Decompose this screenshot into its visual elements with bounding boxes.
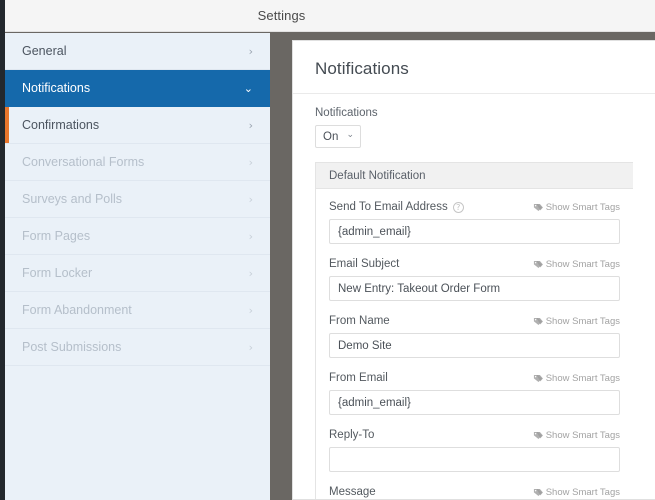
field-label: Email Subject <box>329 258 400 270</box>
window-title-bar: Settings <box>0 0 655 32</box>
sidebar-item-accent-bar <box>5 329 9 365</box>
sidebar-item-accent-bar <box>5 144 9 180</box>
show-smart-tags-label: Show Smart Tags <box>545 372 620 384</box>
field-label-row: Reply-To Show Smart Tags <box>329 428 620 442</box>
tag-icon <box>533 374 543 383</box>
field-label-row: From Email Show Smart Tags <box>329 371 620 385</box>
field-label: From Email <box>329 372 388 384</box>
panel-header: Notifications <box>293 41 655 79</box>
field-label-group: Message <box>329 486 376 498</box>
sidebar-item-form-abandonment: Form Abandonment › <box>5 292 270 329</box>
field-email-subject: Email Subject Show Smart Tags <box>329 257 620 301</box>
sidebar-item-label: General <box>22 44 67 58</box>
tag-icon <box>533 431 543 440</box>
field-label-row: Email Subject Show Smart Tags <box>329 257 620 271</box>
sidebar-item-accent-bar <box>5 107 9 143</box>
tag-icon <box>533 488 543 497</box>
field-reply-to: Reply-To Show Smart Tags <box>329 428 620 472</box>
sidebar-item-label: Confirmations <box>22 118 100 132</box>
default-notification-fields: Send To Email Address?Show Smart TagsEma… <box>316 189 633 499</box>
chevron-right-icon: › <box>248 304 253 317</box>
field-label-row: Message Show Smart Tags <box>329 485 620 499</box>
notifications-toggle-select[interactable]: OnOff <box>315 125 361 148</box>
chevron-right-icon: › <box>248 341 253 354</box>
sidebar-item-form-locker: Form Locker › <box>5 255 270 292</box>
field-label-group: From Name <box>329 315 390 327</box>
field-label-group: From Email <box>329 372 388 384</box>
sidebar-item-label: Form Pages <box>22 229 91 243</box>
default-notification-header: Default Notification <box>316 163 633 189</box>
sidebar-item-accent-bar <box>5 33 9 69</box>
field-from-name: From Name Show Smart Tags <box>329 314 620 358</box>
chevron-right-icon: › <box>248 193 253 206</box>
sidebar-item-notifications[interactable]: Notifications ⌄ <box>5 70 270 107</box>
field-label: From Name <box>329 315 390 327</box>
sidebar-item-surveys-and-polls: Surveys and Polls › <box>5 181 270 218</box>
field-from-email: From Email Show Smart Tags <box>329 371 620 415</box>
default-notification-block: Default Notification Send To Email Addre… <box>315 162 633 499</box>
sidebar-item-accent-bar <box>5 70 9 106</box>
input-from-email[interactable] <box>329 390 620 415</box>
settings-sidebar: General › Notifications ⌄ Confirmations › Conv… <box>5 33 270 500</box>
field-label: Reply-To <box>329 429 375 441</box>
input-email-subject[interactable] <box>329 276 620 301</box>
chevron-right-icon: › <box>248 45 253 58</box>
show-smart-tags-label: Show Smart Tags <box>545 258 620 270</box>
field-label-group: Reply-To <box>329 429 374 441</box>
show-smart-tags-link[interactable]: Show Smart Tags <box>533 202 620 213</box>
sidebar-item-form-pages: Form Pages › <box>5 218 270 255</box>
tag-icon <box>533 203 543 212</box>
input-from-name[interactable] <box>329 333 620 358</box>
show-smart-tags-link[interactable]: Show Smart Tags <box>533 316 620 327</box>
show-smart-tags-label: Show Smart Tags <box>545 315 620 327</box>
sidebar-item-label: Form Locker <box>22 266 93 280</box>
chevron-right-icon: › <box>248 119 253 132</box>
sidebar-item-label: Notifications <box>22 81 91 95</box>
show-smart-tags-link[interactable]: Show Smart Tags <box>533 487 620 498</box>
sidebar-item-post-submissions: Post Submissions › <box>5 329 270 366</box>
page-title: Notifications <box>315 59 409 78</box>
show-smart-tags-label: Show Smart Tags <box>545 429 620 441</box>
show-smart-tags-link[interactable]: Show Smart Tags <box>533 430 620 441</box>
chevron-right-icon: › <box>248 156 253 169</box>
window-title: Settings <box>257 8 306 23</box>
sidebar-item-accent-bar <box>5 292 9 328</box>
show-smart-tags-label: Show Smart Tags <box>545 201 620 213</box>
field-label-row: From Name Show Smart Tags <box>329 314 620 328</box>
field-label-group: Send To Email Address? <box>329 201 464 213</box>
sidebar-item-label: Form Abandonment <box>22 303 132 317</box>
field-label-group: Email Subject <box>329 258 399 270</box>
notifications-toggle-label: Notifications <box>315 107 378 119</box>
help-icon[interactable]: ? <box>452 201 464 213</box>
sidebar-item-label: Conversational Forms <box>22 155 145 169</box>
sidebar-item-conversational-forms: Conversational Forms › <box>5 144 270 181</box>
show-smart-tags-link[interactable]: Show Smart Tags <box>533 259 620 270</box>
field-label: Message <box>329 486 376 498</box>
input-reply-to[interactable] <box>329 447 620 472</box>
sidebar-item-confirmations[interactable]: Confirmations › <box>5 107 270 144</box>
input-send-to-email-address[interactable] <box>329 219 620 244</box>
settings-modal-screen: Settings General › Notifications ⌄ Confirmat… <box>0 0 655 500</box>
panel-body: Notifications OnOff ⌄ Default Notificati… <box>293 94 655 499</box>
show-smart-tags-link[interactable]: Show Smart Tags <box>533 373 620 384</box>
tag-icon <box>533 260 543 269</box>
sidebar-item-accent-bar <box>5 218 9 254</box>
admin-left-rail <box>0 0 5 500</box>
tag-icon <box>533 317 543 326</box>
settings-content-panel: Notifications Notifications OnOff ⌄ Defa… <box>292 40 655 500</box>
chevron-right-icon: › <box>248 230 253 243</box>
show-smart-tags-label: Show Smart Tags <box>545 486 620 498</box>
field-label-row: Send To Email Address? Show Smart Tags <box>329 200 620 214</box>
chevron-right-icon: › <box>248 267 253 280</box>
sidebar-item-label: Post Submissions <box>22 340 122 354</box>
field-message: Message Show Smart Tags <box>329 485 620 499</box>
field-label: Send To Email Address <box>329 201 448 213</box>
sidebar-item-accent-bar <box>5 181 9 217</box>
sidebar-item-accent-bar <box>5 255 9 291</box>
sidebar-item-label: Surveys and Polls <box>22 192 123 206</box>
field-send-to-email-address: Send To Email Address? Show Smart Tags <box>329 200 620 244</box>
chevron-down-icon: ⌄ <box>243 82 253 95</box>
sidebar-item-general[interactable]: General › <box>5 33 270 70</box>
notifications-toggle-wrap: OnOff ⌄ <box>315 125 361 148</box>
